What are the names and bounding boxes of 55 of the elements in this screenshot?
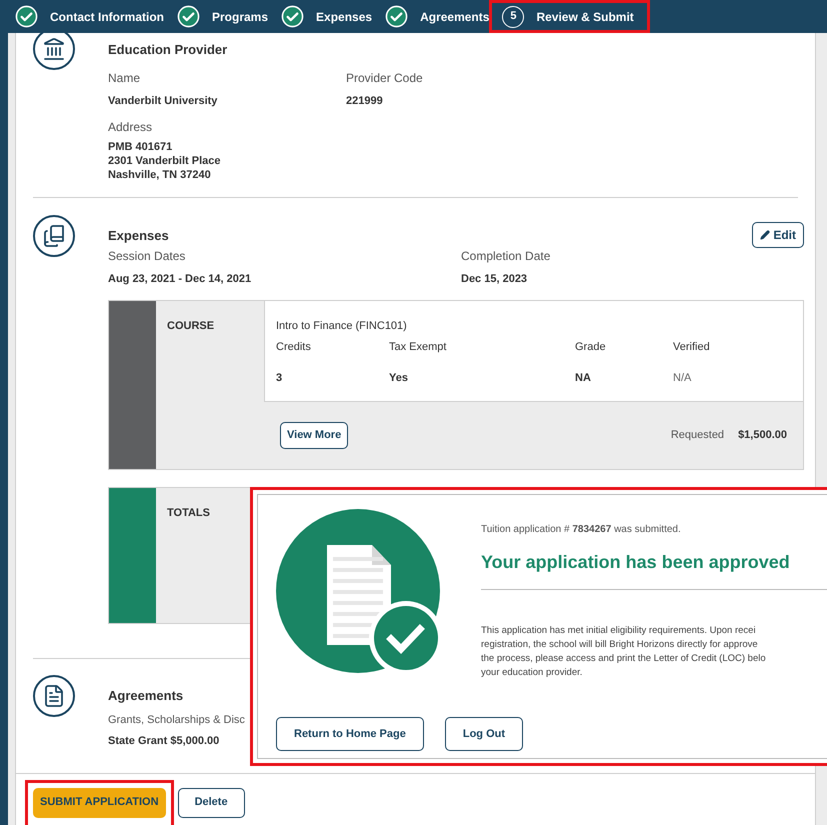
check-circle-icon	[15, 5, 38, 28]
field-label: Grants, Scholarships & Disc	[108, 713, 245, 728]
document-icon	[33, 674, 75, 716]
field-value: State Grant $5,000.00	[108, 734, 220, 748]
field-label: Provider Code	[346, 70, 423, 86]
column-value: NA	[575, 370, 592, 386]
edit-button[interactable]: Edit	[752, 222, 804, 248]
submit-button[interactable]: SUBMIT APPLICATION	[33, 788, 166, 818]
field-label: Session Dates	[108, 248, 186, 265]
home-page-button[interactable]: Return to Home Page	[276, 717, 424, 751]
log-out-button[interactable]: Log Out	[444, 717, 524, 751]
field-value: 221999	[346, 94, 384, 108]
pencil-icon	[760, 230, 770, 240]
step-number: 5	[502, 6, 524, 28]
field-value: Vanderbilt University	[108, 94, 218, 108]
check-circle-icon	[177, 5, 200, 28]
column-value: Yes	[389, 370, 409, 386]
field-value: Dec 15, 2023	[461, 272, 528, 287]
column-label: Verified	[673, 340, 711, 355]
column-value: 3	[276, 370, 284, 386]
step-tab[interactable]: Review & Submit	[536, 8, 634, 26]
address-line: PMB 401671	[108, 140, 174, 154]
approval-headline: Your application has been approved	[481, 551, 791, 574]
column-value: N/A	[673, 370, 692, 386]
submitted-message: Tuition application # 7834267 was submitted.	[481, 523, 682, 537]
course-name: Intro to Finance (FINC101)	[276, 318, 408, 334]
card-label: COURSE	[167, 320, 214, 332]
field-value: Aug 23, 2021 - Dec 14, 2021	[108, 272, 252, 287]
section-title: Expenses	[108, 227, 169, 245]
address-line: Nashville, TN 37240	[108, 168, 212, 182]
check-circle-icon	[385, 5, 408, 28]
view-more-button[interactable]: View More	[280, 422, 348, 448]
step-tab[interactable]: Expenses	[316, 8, 372, 26]
section-title: Education Provider	[108, 41, 228, 59]
body-text-line: This application has met initial eligibility requirements. Upon recei	[481, 624, 757, 638]
step-tab[interactable]: Agreements	[420, 8, 490, 26]
address-line: 2301 Vanderbilt Place	[108, 154, 222, 168]
column-label: Tax Exempt	[389, 340, 448, 355]
delete-button[interactable]: Delete	[178, 788, 245, 818]
requested-amount: $1,500.00	[738, 428, 787, 443]
column-label: Grade	[575, 340, 607, 355]
body-text-line: registration, the school will bill Bright Horizons directly for approve	[481, 638, 759, 652]
field-label: Name	[108, 70, 142, 86]
column-label: Credits	[276, 340, 312, 355]
requested-label: Requested	[670, 428, 724, 443]
step-tab[interactable]: Contact Information	[50, 8, 164, 26]
body-text-line: your education provider.	[481, 666, 584, 680]
books-icon	[33, 215, 75, 257]
field-label: Address	[108, 119, 154, 136]
body-text-line: the process, please access and print the Letter of Credit (LOC) belo	[481, 652, 767, 666]
card-label: TOTALS	[167, 506, 210, 518]
field-label: Completion Date	[461, 248, 550, 265]
check-circle-icon	[281, 5, 304, 28]
step-tab[interactable]: Programs	[212, 8, 268, 26]
section-title: Agreements	[108, 686, 184, 705]
